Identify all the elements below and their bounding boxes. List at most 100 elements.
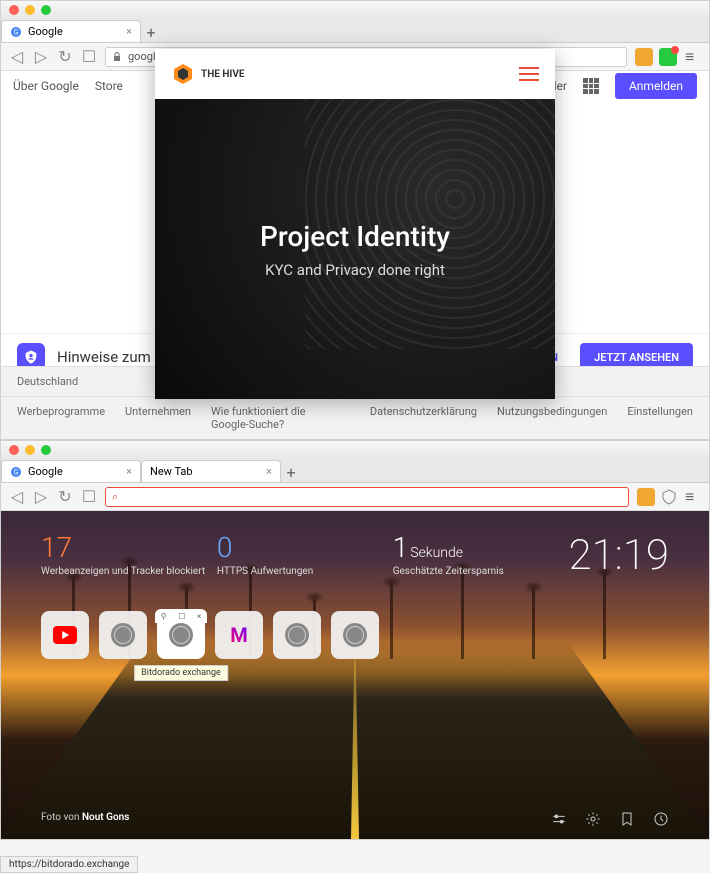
globe-icon: [285, 623, 309, 647]
search-icon: ⌕: [112, 490, 118, 504]
tile-action-bar: ⚲ ☐ ×: [155, 609, 207, 623]
tab-title: Google: [28, 465, 63, 478]
google-favicon-icon: G: [10, 466, 22, 478]
popup-body: Project Identity KYC and Privacy done ri…: [155, 99, 555, 399]
pin-icon[interactable]: ⚲: [161, 612, 167, 621]
tab-bar: G Google × +: [1, 19, 709, 43]
tab-bar: G Google × New Tab × +: [1, 459, 709, 483]
forward-button[interactable]: ▷: [33, 489, 49, 505]
hive-hex-icon: [171, 62, 195, 86]
popup-title: Project Identity: [260, 220, 450, 253]
hive-brand-text: THE HIVE: [201, 69, 245, 80]
tab-newtab[interactable]: New Tab ×: [141, 460, 281, 482]
maximize-window-button[interactable]: [41, 5, 51, 15]
stat-https: 0 HTTPS Aufwertungen: [217, 531, 393, 580]
hive-logo: THE HIVE: [171, 62, 245, 86]
store-link[interactable]: Store: [95, 79, 123, 93]
close-window-button[interactable]: [9, 5, 19, 15]
globe-icon: [343, 623, 367, 647]
svg-text:G: G: [14, 28, 19, 36]
bottom-toolbar: [551, 811, 669, 827]
settings-icon[interactable]: [585, 811, 601, 827]
lock-icon: [112, 52, 122, 62]
popup-menu-button[interactable]: [519, 67, 539, 81]
close-window-button[interactable]: [9, 445, 19, 455]
youtube-icon: [53, 626, 77, 644]
titlebar: [1, 1, 709, 19]
footer-link[interactable]: Einstellungen: [627, 405, 693, 431]
tile-site[interactable]: [99, 611, 147, 659]
extension-hive-icon[interactable]: [637, 488, 655, 506]
footer-country: Deutschland: [17, 375, 78, 388]
edit-icon[interactable]: ☐: [178, 612, 185, 621]
stat-label: HTTPS Aufwertungen: [217, 566, 393, 577]
new-tab-button[interactable]: +: [281, 462, 301, 482]
tile-tooltip: Bitdorado exchange: [134, 665, 228, 681]
close-tab-icon[interactable]: ×: [126, 465, 132, 478]
reload-button[interactable]: ↻: [57, 489, 73, 505]
address-bar[interactable]: ⌕: [105, 487, 629, 507]
extension-popup: THE HIVE Project Identity KYC and Privac…: [155, 49, 555, 399]
tile-bitdorado[interactable]: ⚲ ☐ × Bitdorado exchange: [157, 611, 205, 659]
popup-header: THE HIVE: [155, 49, 555, 99]
tile-youtube[interactable]: [41, 611, 89, 659]
customize-icon[interactable]: [551, 811, 567, 827]
history-icon[interactable]: [653, 811, 669, 827]
extension-shield-icon[interactable]: [659, 48, 677, 66]
popup-subtitle: KYC and Privacy done right: [265, 261, 445, 279]
back-button[interactable]: ◁: [9, 49, 25, 65]
stat-time: 1Sekunde Geschätzte Zeitersparnis: [393, 531, 569, 580]
titlebar: [1, 441, 709, 459]
maximize-window-button[interactable]: [41, 445, 51, 455]
close-tab-icon[interactable]: ×: [126, 25, 132, 38]
clock: 21:19: [569, 531, 669, 580]
extension-hive-icon[interactable]: [635, 48, 653, 66]
footer-link[interactable]: Werbeprogramme: [17, 405, 105, 431]
stat-label: Geschätzte Zeitersparnis: [393, 566, 569, 577]
window-controls: [9, 5, 51, 15]
new-tab-button[interactable]: +: [141, 22, 161, 42]
back-button[interactable]: ◁: [9, 489, 25, 505]
minimize-window-button[interactable]: [25, 5, 35, 15]
close-tab-icon[interactable]: ×: [266, 465, 272, 478]
menu-button[interactable]: ≡: [685, 47, 701, 67]
tile-site[interactable]: [331, 611, 379, 659]
tab-title: Google: [28, 25, 63, 38]
google-apps-icon[interactable]: [583, 78, 599, 94]
credit-prefix: Foto von: [41, 812, 82, 823]
shield-outline-icon[interactable]: [661, 489, 677, 505]
stat-label: Werbeanzeigen und Tracker blockiert: [41, 566, 217, 577]
footer-links-row: Werbeprogramme Unternehmen Wie funktioni…: [1, 396, 709, 439]
tile-site[interactable]: M: [215, 611, 263, 659]
tab-google[interactable]: G Google ×: [1, 460, 141, 482]
speed-dial-tiles: ⚲ ☐ × Bitdorado exchange M: [41, 611, 379, 659]
bookmarks-icon[interactable]: [619, 811, 635, 827]
bookmark-button[interactable]: ☐: [81, 49, 97, 65]
stat-number: 17: [41, 531, 217, 564]
toolbar: ◁ ▷ ↻ ☐ ⌕ ≡: [1, 483, 709, 511]
forward-button[interactable]: ▷: [33, 49, 49, 65]
svg-text:G: G: [14, 468, 19, 476]
credit-author[interactable]: Nout Gons: [82, 812, 129, 823]
menu-button[interactable]: ≡: [685, 487, 701, 507]
browser-window-2: G Google × New Tab × + ◁ ▷ ↻ ☐ ⌕ ≡: [0, 440, 710, 840]
m-logo-icon: M: [230, 623, 248, 647]
tile-site[interactable]: [273, 611, 321, 659]
tab-google[interactable]: G Google ×: [1, 20, 141, 42]
tab-title: New Tab: [150, 465, 193, 478]
minimize-window-button[interactable]: [25, 445, 35, 455]
reload-button[interactable]: ↻: [57, 49, 73, 65]
globe-icon: [111, 623, 135, 647]
remove-icon[interactable]: ×: [197, 612, 201, 621]
footer-link[interactable]: Datenschutzerklärung: [370, 405, 477, 431]
about-link[interactable]: Über Google: [13, 79, 79, 93]
stat-unit: Sekunde: [410, 545, 463, 561]
signin-button[interactable]: Anmelden: [615, 73, 697, 99]
stats-row: 17 Werbeanzeigen und Tracker blockiert 0…: [1, 531, 709, 580]
bookmark-button[interactable]: ☐: [81, 489, 97, 505]
status-bar: https://bitdorado.exchange: [0, 856, 138, 873]
footer-link[interactable]: Wie funktioniert die Google-Suche?: [211, 405, 330, 431]
footer-link[interactable]: Nutzungsbedingungen: [497, 405, 607, 431]
footer-link[interactable]: Unternehmen: [125, 405, 191, 431]
stat-number: 0: [217, 531, 393, 564]
